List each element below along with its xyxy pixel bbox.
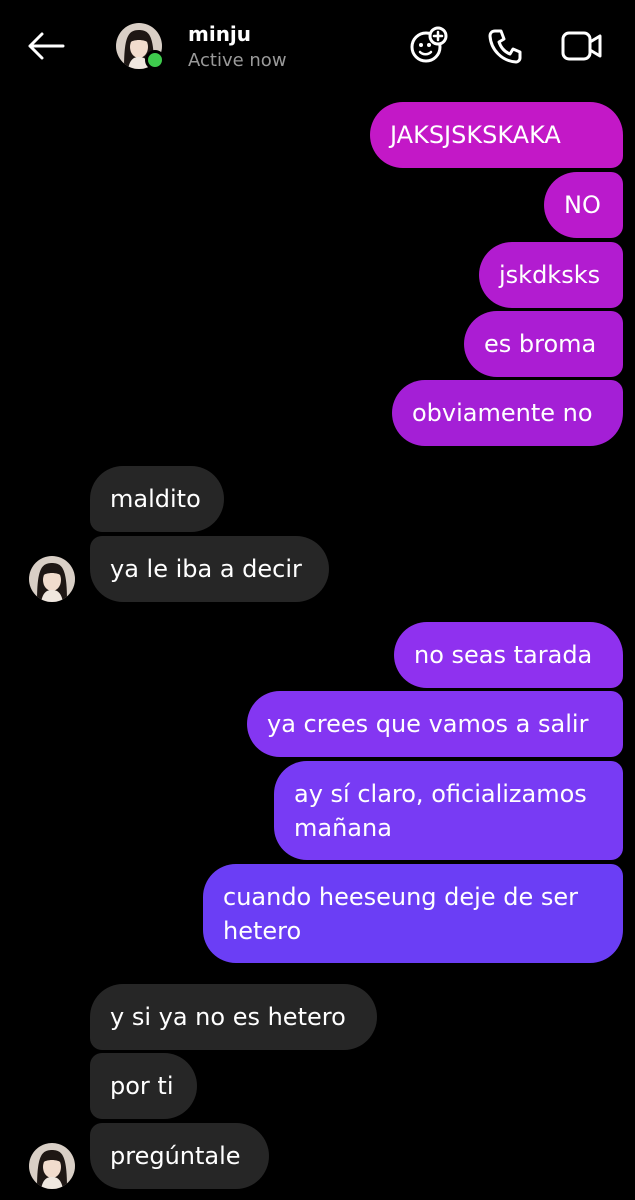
contact-avatar-small[interactable] bbox=[29, 1143, 75, 1189]
outgoing-message[interactable]: no seas tarada bbox=[394, 622, 623, 688]
video-call-button[interactable] bbox=[560, 26, 604, 66]
active-status: Active now bbox=[188, 50, 287, 71]
online-status-dot bbox=[145, 50, 165, 70]
outgoing-message[interactable]: es broma bbox=[464, 311, 623, 377]
avatar-image bbox=[29, 1143, 75, 1189]
chat-header: minju Active now bbox=[0, 0, 635, 95]
avatar-image bbox=[29, 556, 75, 602]
incoming-message[interactable]: maldito bbox=[90, 466, 224, 532]
outgoing-message[interactable]: ay sí claro, oficializamos mañana bbox=[274, 761, 623, 860]
outgoing-message[interactable]: NO bbox=[544, 172, 623, 238]
incoming-message[interactable]: pregúntale bbox=[90, 1123, 269, 1189]
back-arrow-icon bbox=[28, 32, 65, 60]
incoming-message[interactable]: y si ya no es hetero bbox=[90, 984, 377, 1050]
effects-icon bbox=[410, 26, 448, 63]
contact-avatar[interactable] bbox=[116, 23, 165, 70]
back-button[interactable] bbox=[22, 26, 68, 66]
outgoing-message[interactable]: obviamente no bbox=[392, 380, 623, 446]
incoming-message[interactable]: ya le iba a decir bbox=[90, 536, 329, 602]
call-button[interactable] bbox=[483, 26, 527, 66]
incoming-message[interactable]: por ti bbox=[90, 1053, 197, 1119]
phone-icon bbox=[488, 29, 522, 64]
video-icon bbox=[561, 31, 602, 61]
outgoing-message[interactable]: JAKSJSKSKAKA bbox=[370, 102, 623, 168]
outgoing-message[interactable]: cuando heeseung deje de ser hetero bbox=[203, 864, 623, 963]
effects-button[interactable] bbox=[406, 26, 450, 66]
contact-avatar-small[interactable] bbox=[29, 556, 75, 602]
outgoing-message[interactable]: jskdksks bbox=[479, 242, 623, 308]
outgoing-message[interactable]: ya crees que vamos a salir bbox=[247, 691, 623, 757]
contact-name[interactable]: minju bbox=[188, 22, 251, 46]
